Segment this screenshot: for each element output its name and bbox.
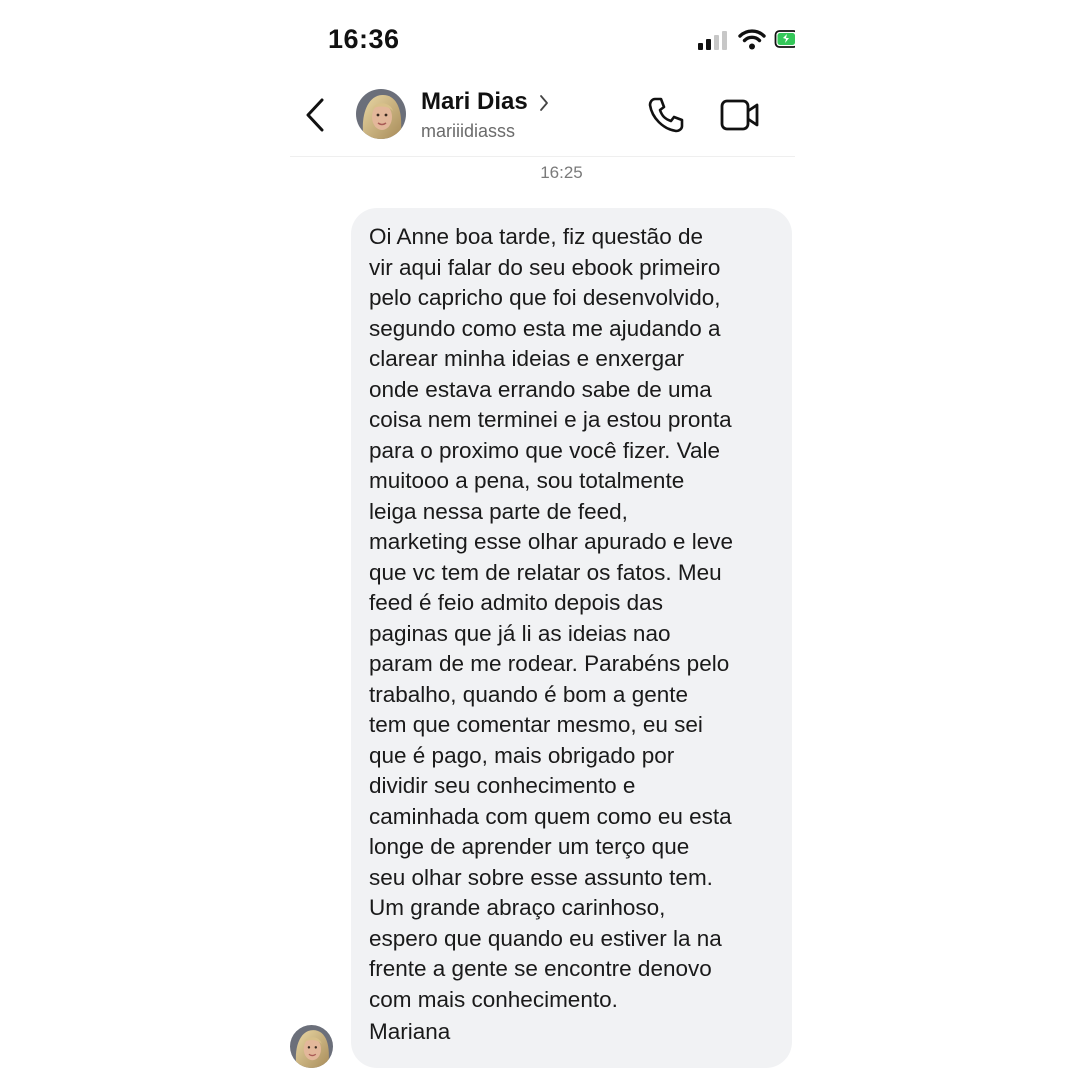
status-time: 16:36 — [328, 24, 400, 54]
message-signoff: Mariana — [369, 1019, 451, 1044]
message-line: segundo como esta me ajudando a — [369, 315, 721, 341]
sender-avatar[interactable] — [290, 1025, 333, 1068]
message-line: frente a gente se encontre denovo — [369, 956, 712, 981]
message-line: que vc tem de relatar os fatos. Meu — [369, 559, 722, 585]
message-line: leiga nessa parte de feed, — [369, 498, 628, 524]
message-line: Um grande abraço carinhoso, — [369, 895, 666, 920]
message-line: que é pago, mais obrigado por — [369, 742, 675, 768]
message-line: seu olhar sobre esse assunto tem. — [369, 864, 713, 890]
contact-username[interactable]: mariiidiasss — [421, 121, 515, 142]
message-line: param de me rodear. Parabéns pelo — [369, 651, 730, 676]
chat-header: Mari Dias mariiidiasss — [290, 80, 795, 157]
chevron-right-icon[interactable] — [538, 93, 550, 113]
message-line: dividir seu conhecimento e — [369, 773, 636, 798]
message-line: pelo capricho que foi desenvolvido, — [369, 285, 721, 310]
video-call-icon[interactable] — [720, 97, 760, 133]
avatar[interactable] — [356, 89, 406, 139]
message-line: onde estava errando sabe de uma — [369, 376, 712, 402]
back-icon[interactable] — [302, 96, 328, 134]
message-line: caminhada com quem como eu esta — [369, 803, 732, 829]
message-text: Oi Anne boa tarde, fiz questão de vir aqu… — [369, 222, 778, 1015]
message-line: tem que comentar mesmo, eu sei — [369, 712, 703, 737]
message-line: coisa nem terminei e ja estou pronta — [369, 407, 732, 432]
message-line: espero que quando eu estiver la na — [369, 925, 722, 951]
phone-call-icon[interactable] — [646, 95, 686, 135]
battery-icon — [774, 30, 795, 48]
message-line: Oi Anne boa tarde, fiz questão de — [369, 224, 703, 249]
message-line: muitooo a pena, sou totalmente — [369, 468, 685, 493]
message-line: clarear minha ideias e enxergar — [369, 346, 685, 371]
wifi-icon — [738, 29, 766, 50]
message-line: trabalho, quando é bom a gente — [369, 681, 688, 707]
message-bubble[interactable]: Oi Anne boa tarde, fiz questão de vir aqu… — [351, 208, 792, 1068]
status-bar: 16:36 — [290, 0, 795, 80]
message-line: feed é feio admito depois das — [369, 590, 663, 615]
message-line: vir aqui falar do seu ebook primeiro — [369, 254, 721, 280]
chat-screen: 16:36 Mari Dias mariiidiasss 16:25 Oi An… — [290, 0, 795, 1080]
message-line: com mais conhecimento. — [369, 986, 618, 1012]
message-line: para o proximo que você fizer. Vale — [369, 437, 721, 463]
message-line: longe de aprender um terço que — [369, 834, 690, 859]
message-line: marketing esse olhar apurado e leve — [369, 529, 733, 554]
signal-icon — [698, 31, 727, 50]
message-line: paginas que já li as ideias nao — [369, 620, 671, 646]
contact-name[interactable]: Mari Dias — [421, 88, 528, 116]
message-timestamp: 16:25 — [540, 163, 583, 182]
